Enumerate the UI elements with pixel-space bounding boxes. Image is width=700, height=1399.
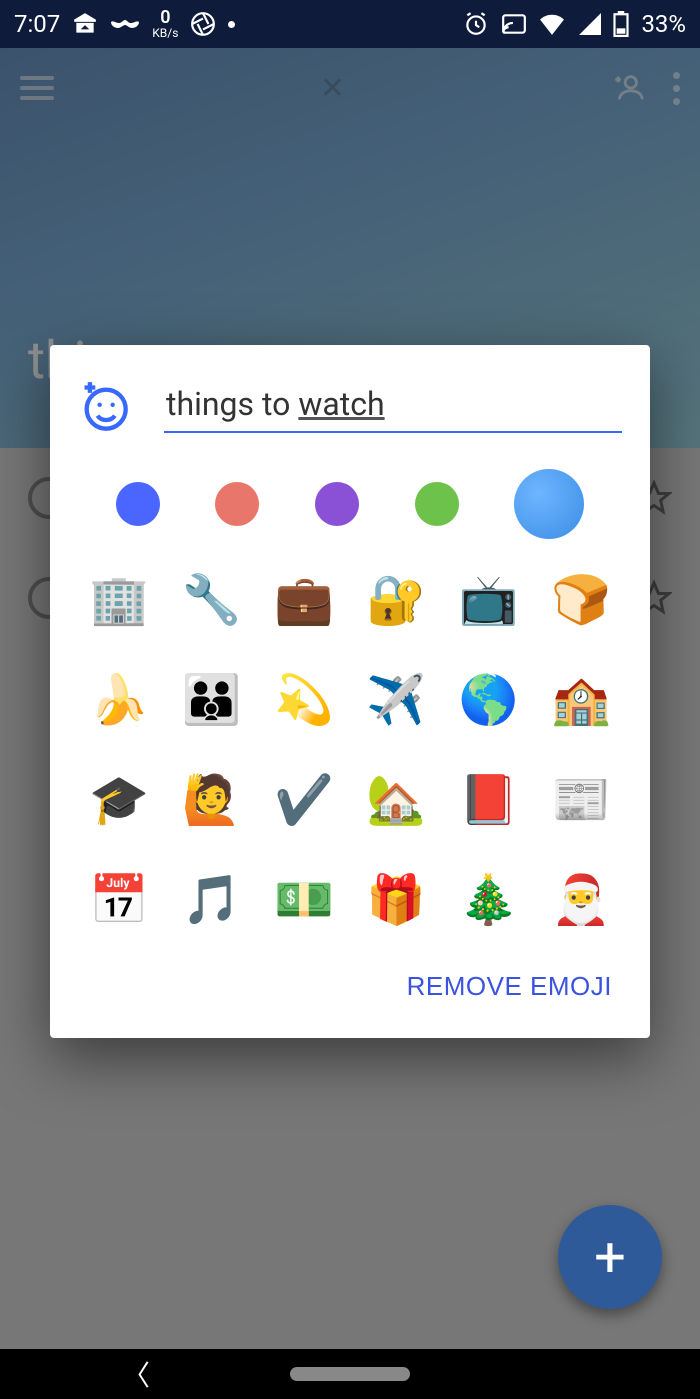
emoji-check-mark[interactable]: ✔️ [274,769,334,829]
emoji-raising-hand[interactable]: 🙋 [181,769,241,829]
emoji-calendar[interactable]: 📅 [89,869,149,929]
input-text: things to watch [166,385,385,423]
emoji-graduation-cap[interactable]: 🎓 [89,769,149,829]
emoji-newspaper[interactable]: 📰 [551,769,611,829]
plus-icon: + [594,1224,626,1290]
emoji-locked-key[interactable]: 🔐 [366,569,426,629]
emoji-bread[interactable]: 🍞 [551,569,611,629]
emoji-santa[interactable]: 🎅 [551,869,611,929]
emoji-banana[interactable]: 🍌 [89,669,149,729]
system-nav-bar: 〈 [0,1349,700,1399]
emoji-money[interactable]: 💵 [274,869,334,929]
mustache-icon [110,16,140,32]
dot-icon [228,21,235,28]
emoji-notebook[interactable]: 📕 [458,769,518,829]
cast-icon [501,11,527,37]
list-name-input[interactable]: things to watch [164,381,622,433]
edit-list-dialog: things to watch 🏢 🔧 💼 🔐 📺 🍞 🍌 👪 💫 ✈️ 🌎 🏫… [50,345,650,1038]
emoji-airplane[interactable]: ✈️ [366,669,426,729]
status-bar: 7:07 0 KB/s 33% [0,0,700,48]
emoji-house-garden[interactable]: 🏡 [366,769,426,829]
color-option-blue[interactable] [116,482,160,526]
emoji-gift[interactable]: 🎁 [366,869,426,929]
color-option-coral[interactable] [215,482,259,526]
color-picker [88,469,612,539]
emoji-globe[interactable]: 🌎 [458,669,518,729]
add-fab[interactable]: + [558,1205,662,1309]
emoji-music-note[interactable]: 🎵 [181,869,241,929]
emoji-television[interactable]: 📺 [458,569,518,629]
battery-icon [613,11,629,37]
remove-emoji-button[interactable]: REMOVE EMOJI [397,959,622,1014]
alarm-icon [463,11,489,37]
back-button[interactable]: 〈 [122,1354,150,1394]
status-left: 7:07 0 KB/s [14,9,235,39]
emoji-christmas-tree[interactable]: 🎄 [458,869,518,929]
battery-percent: 33% [641,10,686,38]
color-option-sky-selected[interactable] [514,469,584,539]
emoji-grid: 🏢 🔧 💼 🔐 📺 🍞 🍌 👪 💫 ✈️ 🌎 🏫 🎓 🙋 ✔️ 🏡 📕 📰 📅 … [78,569,622,929]
emoji-wrench[interactable]: 🔧 [181,569,241,629]
wifi-icon [539,13,565,35]
add-emoji-icon[interactable] [78,381,130,433]
emoji-dizzy-star[interactable]: 💫 [274,669,334,729]
speed-icon: 0 KB/s [152,9,178,39]
emoji-briefcase[interactable]: 💼 [274,569,334,629]
color-option-purple[interactable] [315,482,359,526]
status-time: 7:07 [14,10,60,38]
signal-icon [577,13,601,35]
color-option-green[interactable] [415,482,459,526]
aperture-icon [190,11,216,37]
inbox-icon [72,11,98,37]
emoji-school[interactable]: 🏫 [551,669,611,729]
home-pill[interactable] [290,1367,410,1381]
emoji-office-building[interactable]: 🏢 [89,569,149,629]
emoji-family[interactable]: 👪 [181,669,241,729]
status-right: 33% [463,10,686,38]
